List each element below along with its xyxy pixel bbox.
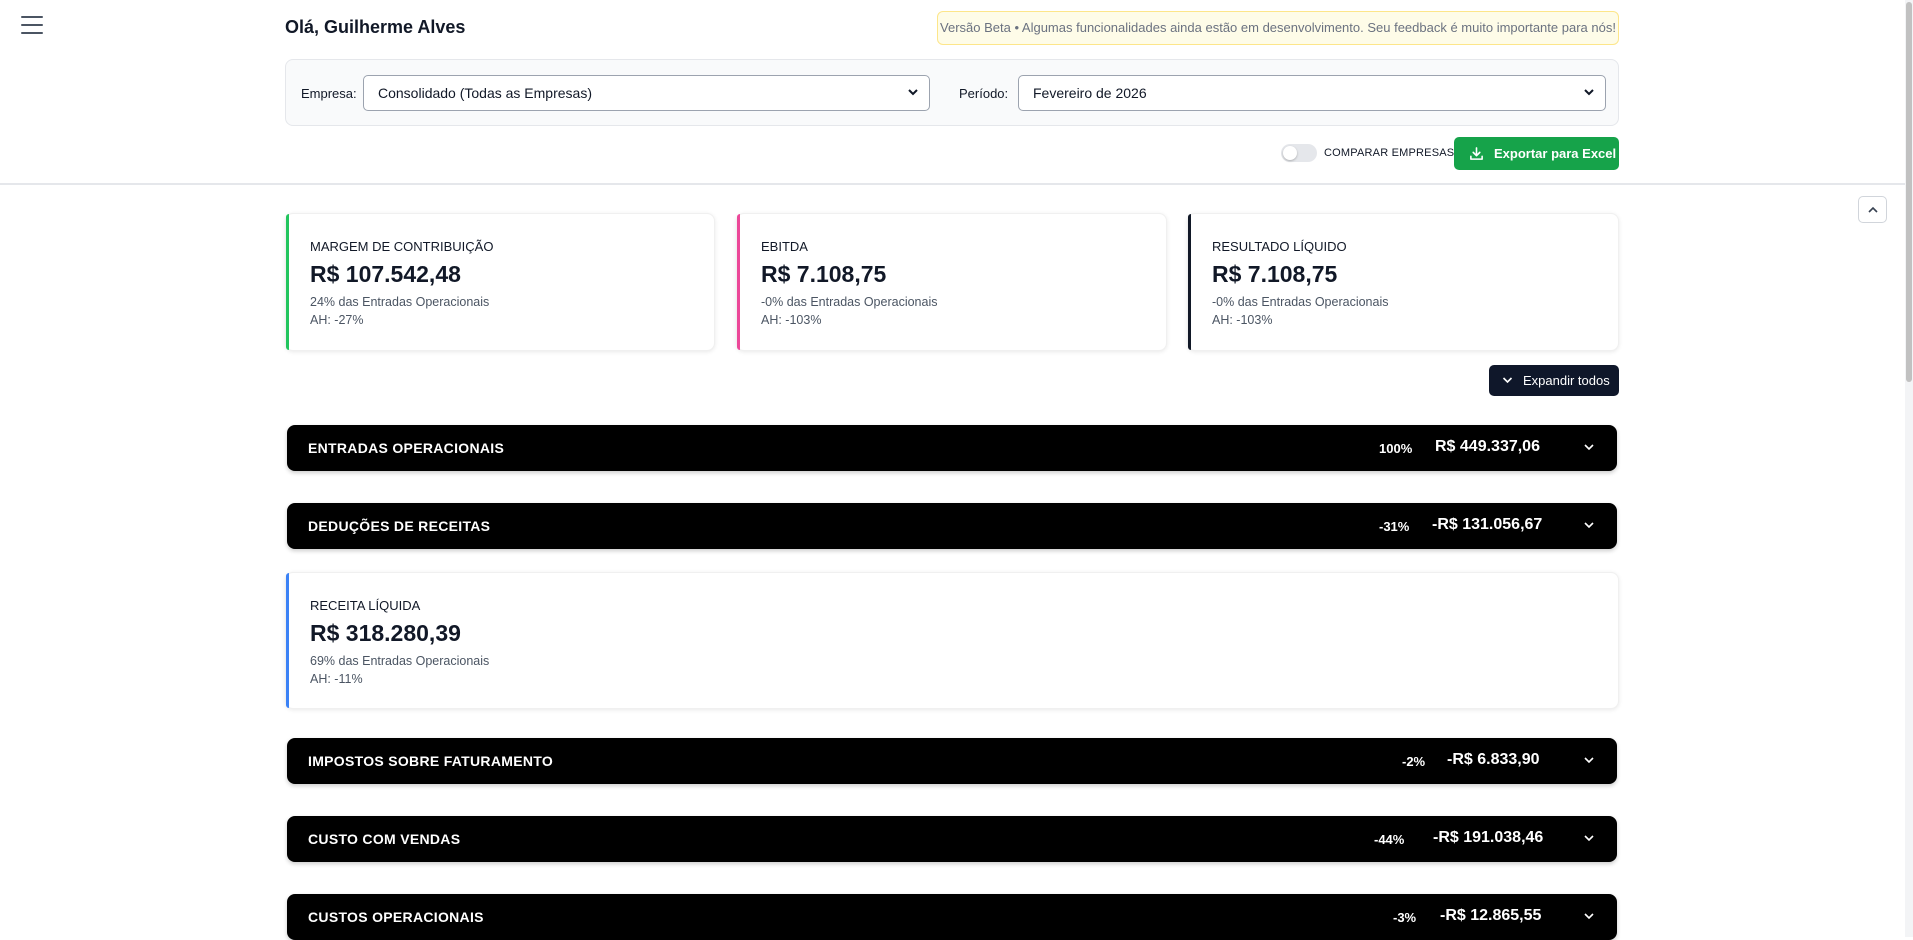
kpi-title: RESULTADO LÍQUIDO bbox=[1212, 239, 1347, 254]
kpi-title: MARGEM DE CONTRIBUIÇÃO bbox=[310, 239, 494, 254]
menu-icon[interactable] bbox=[21, 16, 43, 36]
net-revenue-accent bbox=[286, 573, 289, 708]
kpi-ah: AH: -27% bbox=[310, 313, 364, 327]
section-title: ENTRADAS OPERACIONAIS bbox=[308, 440, 505, 456]
compare-companies-label: COMPARAR EMPRESAS bbox=[1324, 147, 1455, 159]
section-value: -R$ 191.038,46 bbox=[1433, 829, 1544, 846]
company-label: Empresa: bbox=[301, 86, 357, 101]
kpi-share: -0% das Entradas Operacionais bbox=[761, 295, 938, 309]
company-select[interactable]: Consolidado (Todas as Empresas) bbox=[363, 75, 930, 111]
section-title: CUSTOS OPERACIONAIS bbox=[308, 909, 484, 925]
kpi-card-net-revenue: RECEITA LÍQUIDA R$ 318.280,39 69% das En… bbox=[285, 572, 1619, 709]
expand-all-button[interactable]: Expandir todos bbox=[1489, 365, 1619, 396]
chevron-up-icon bbox=[1868, 206, 1878, 213]
chevron-down-icon bbox=[1584, 757, 1594, 764]
kpi-title: EBITDA bbox=[761, 239, 808, 254]
filters-panel: Empresa: Consolidado (Todas as Empresas)… bbox=[285, 59, 1619, 126]
kpi-value: R$ 7.108,75 bbox=[1212, 261, 1338, 287]
section-revenue-deductions[interactable]: DEDUÇÕES DE RECEITAS -31% -R$ 131.056,67 bbox=[287, 503, 1617, 549]
net-revenue-value: R$ 318.280,39 bbox=[310, 620, 461, 646]
chevron-down-icon bbox=[1502, 377, 1513, 384]
greeting-title: Olá, Guilherme Alves bbox=[285, 17, 466, 37]
section-billing-taxes[interactable]: IMPOSTOS SOBRE FATURAMENTO -2% -R$ 6.833… bbox=[287, 738, 1617, 784]
chevron-down-icon bbox=[1583, 76, 1595, 123]
beta-notice: Versão Beta • Algumas funcionalidades ai… bbox=[937, 11, 1619, 45]
section-title: CUSTO COM VENDAS bbox=[308, 831, 461, 847]
export-excel-label: Exportar para Excel bbox=[1494, 146, 1617, 161]
section-value: R$ 449.337,06 bbox=[1435, 438, 1540, 455]
kpi-card-net-result: RESULTADO LÍQUIDO R$ 7.108,75 -0% das En… bbox=[1187, 213, 1619, 351]
collapse-header-button[interactable] bbox=[1858, 196, 1887, 223]
scrollbar-thumb[interactable] bbox=[1906, 2, 1912, 382]
chevron-down-icon bbox=[907, 76, 919, 123]
chevron-down-icon bbox=[1584, 522, 1594, 529]
period-select-value: Fevereiro de 2026 bbox=[1033, 85, 1147, 101]
section-percent: -2% bbox=[1402, 754, 1426, 769]
kpi-share: -0% das Entradas Operacionais bbox=[1212, 295, 1389, 309]
chevron-down-icon bbox=[1584, 835, 1594, 842]
period-label: Período: bbox=[959, 86, 1009, 101]
section-cost-of-sales[interactable]: CUSTO COM VENDAS -44% -R$ 191.038,46 bbox=[287, 816, 1617, 862]
kpi-value: R$ 7.108,75 bbox=[761, 261, 887, 287]
section-operational-income[interactable]: ENTRADAS OPERACIONAIS 100% R$ 449.337,06 bbox=[287, 425, 1617, 471]
chevron-down-icon bbox=[1584, 444, 1594, 451]
section-percent: -44% bbox=[1374, 832, 1405, 847]
export-excel-button[interactable]: Exportar para Excel bbox=[1454, 137, 1619, 170]
section-value: -R$ 6.833,90 bbox=[1447, 751, 1540, 768]
period-select[interactable]: Fevereiro de 2026 bbox=[1018, 75, 1606, 111]
company-select-value: Consolidado (Todas as Empresas) bbox=[378, 85, 592, 101]
download-icon bbox=[1470, 147, 1483, 160]
section-percent: -31% bbox=[1379, 519, 1410, 534]
chevron-down-icon bbox=[1584, 913, 1594, 920]
section-title: IMPOSTOS SOBRE FATURAMENTO bbox=[308, 753, 554, 769]
kpi-accent bbox=[737, 214, 740, 350]
kpi-accent bbox=[286, 214, 289, 350]
net-revenue-title: RECEITA LÍQUIDA bbox=[310, 598, 421, 613]
section-title: DEDUÇÕES DE RECEITAS bbox=[308, 518, 491, 534]
kpi-share: 24% das Entradas Operacionais bbox=[310, 295, 490, 309]
section-value: -R$ 131.056,67 bbox=[1432, 516, 1543, 533]
kpi-ah: AH: -103% bbox=[761, 313, 822, 327]
section-value: -R$ 12.865,55 bbox=[1440, 907, 1542, 924]
compare-companies-toggle[interactable] bbox=[1281, 144, 1317, 162]
kpi-ah: AH: -103% bbox=[1212, 313, 1273, 327]
kpi-accent bbox=[1188, 214, 1191, 350]
section-operational-costs[interactable]: CUSTOS OPERACIONAIS -3% -R$ 12.865,55 bbox=[287, 894, 1617, 940]
kpi-card-contribution-margin: MARGEM DE CONTRIBUIÇÃO R$ 107.542,48 24%… bbox=[285, 213, 715, 351]
section-percent: -3% bbox=[1393, 910, 1417, 925]
net-revenue-ah: AH: -11% bbox=[310, 672, 363, 686]
expand-all-label: Expandir todos bbox=[1523, 373, 1610, 388]
section-percent: 100% bbox=[1379, 441, 1413, 456]
kpi-card-ebitda: EBITDA R$ 7.108,75 -0% das Entradas Oper… bbox=[736, 213, 1167, 351]
net-revenue-share: 69% das Entradas Operacionais bbox=[310, 654, 490, 668]
top-header: Olá, Guilherme Alves Versão Beta • Algum… bbox=[0, 0, 1913, 185]
kpi-value: R$ 107.542,48 bbox=[310, 261, 461, 287]
